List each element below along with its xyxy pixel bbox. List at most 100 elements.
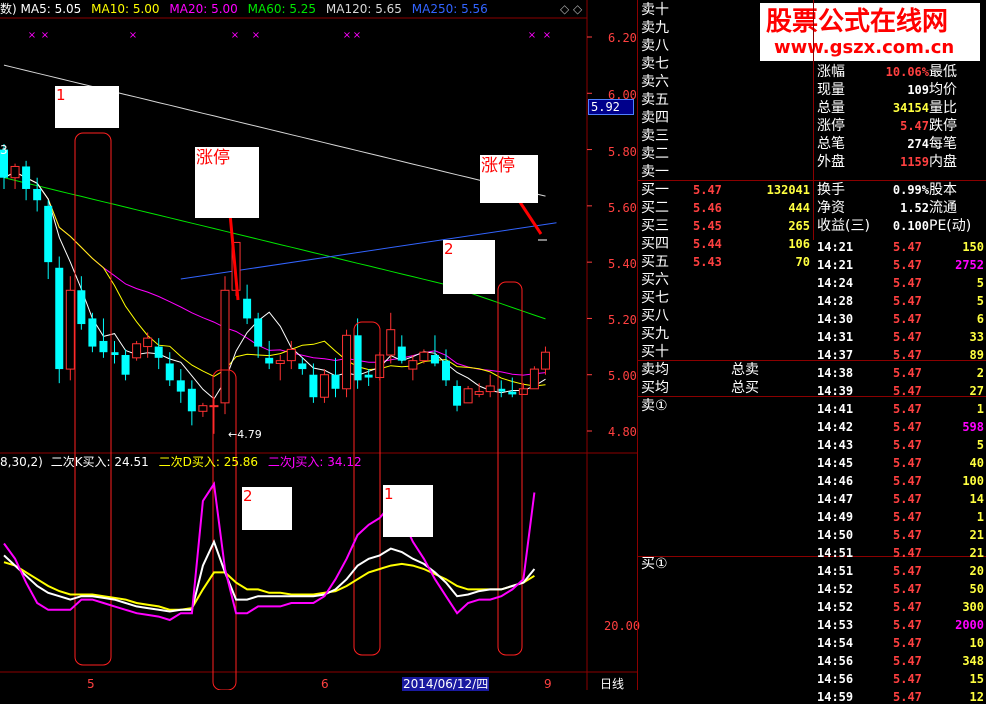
- candle-body: [508, 391, 517, 395]
- candle-body: [386, 329, 396, 356]
- stat-label-right: 最低: [929, 64, 957, 80]
- buy-level-label[interactable]: 买十: [641, 344, 669, 361]
- left-number-label: 3: [0, 143, 8, 157]
- sell-level-label[interactable]: 卖一: [641, 164, 669, 181]
- candle-body: [397, 346, 406, 361]
- tick-price: 5.47: [893, 582, 922, 596]
- sell-level-label[interactable]: 卖六: [641, 74, 669, 91]
- tick-price: 5.47: [893, 312, 922, 326]
- stat-value: 109: [907, 83, 929, 97]
- candle-body: [529, 368, 539, 390]
- header-diamonds[interactable]: ◇ ◇: [560, 2, 582, 16]
- tick-volume: 21: [969, 528, 984, 542]
- avg-sell-label: 卖均: [641, 362, 669, 378]
- stat-label: 现量: [817, 82, 845, 98]
- ma250-label: MA250: 5.56: [411, 2, 488, 16]
- tick-price: 5.47: [893, 420, 922, 434]
- kdj-k-line: [3, 539, 536, 613]
- buy-level-label[interactable]: 买三: [641, 218, 669, 235]
- quote-panel: 卖十 卖九 卖八 卖七 卖六 卖五 卖四 卖三 卖二 卖一 买一 5.47 132041 买二 5.46 44…: [637, 0, 986, 704]
- panel-left-border: [637, 0, 638, 690]
- stat-label: 总量: [817, 100, 845, 116]
- avg-buy-label: 买均: [641, 380, 669, 396]
- signal-marker: ×: [28, 30, 36, 41]
- header-prefix: 数): [0, 2, 17, 16]
- x-axis-label-6: 6: [321, 677, 329, 691]
- tick-price: 5.47: [893, 384, 922, 398]
- buy-level-label[interactable]: 买一: [641, 182, 669, 199]
- candle-body: [187, 388, 196, 412]
- tick-volume: 27: [969, 384, 984, 398]
- separator-buy1: [637, 556, 986, 557]
- candle-body: [198, 405, 208, 412]
- tick-volume: 40: [969, 456, 984, 470]
- ma5-label: MA5: 5.05: [20, 2, 82, 16]
- period-label[interactable]: 日线: [600, 677, 624, 691]
- sell-level-label[interactable]: 卖十: [641, 2, 669, 19]
- candle-body: [364, 374, 373, 378]
- tick-volume: 33: [969, 330, 984, 344]
- sell-level-label[interactable]: 卖八: [641, 38, 669, 55]
- tick-volume: 89: [969, 348, 984, 362]
- buy-level-label[interactable]: 买八: [641, 308, 669, 325]
- stat-label-right: 均价: [929, 82, 957, 98]
- sell-level-label[interactable]: 卖三: [641, 128, 669, 145]
- candle-body: [209, 405, 219, 408]
- low-price-label: ←4.79: [228, 428, 262, 441]
- candle-body: [10, 165, 20, 179]
- candle-body: [110, 352, 119, 356]
- buy-level-label[interactable]: 买九: [641, 326, 669, 343]
- buy-level-label[interactable]: 买七: [641, 290, 669, 307]
- tick-price: 5.47: [893, 474, 922, 488]
- stat-value: 5.47: [900, 119, 929, 133]
- candle-body: [99, 340, 108, 353]
- signal-marker: ×: [129, 30, 137, 41]
- tick-volume: 5: [976, 276, 984, 290]
- candle-body: [121, 355, 130, 375]
- buy-level-label[interactable]: 买二: [641, 200, 669, 217]
- candle-body: [176, 380, 185, 392]
- tick-time: 14:47: [817, 492, 854, 506]
- tick-time: 14:43: [817, 438, 854, 452]
- sell-level-label[interactable]: 卖九: [641, 20, 669, 37]
- ma120-label: MA120: 5.65: [325, 2, 402, 16]
- tick-time: 14:59: [817, 690, 854, 704]
- tick-volume: 2000: [955, 618, 984, 632]
- separator-sell: [637, 180, 986, 181]
- candle-body: [254, 318, 263, 347]
- ma120-line: [3, 64, 546, 197]
- sell-level-label[interactable]: 卖七: [641, 56, 669, 73]
- candle-body: [286, 348, 296, 362]
- buy-level-label[interactable]: 买四: [641, 236, 669, 253]
- tick-time: 14:56: [817, 654, 854, 668]
- buy-level-price: 5.46: [693, 201, 722, 215]
- annotation-label-zt1: 涨停: [196, 148, 230, 168]
- tick-time: 14:49: [817, 510, 854, 524]
- signal-window: [74, 132, 112, 666]
- ma-header: 数) MA5: 5.05 MA10: 5.00 MA20: 5.00 MA60:…: [0, 2, 488, 16]
- sell-level-label[interactable]: 卖二: [641, 146, 669, 163]
- sell-level-label[interactable]: 卖四: [641, 110, 669, 127]
- tick-volume: 20: [969, 564, 984, 578]
- tick-time: 14:21: [817, 258, 854, 272]
- tick-price: 5.47: [893, 510, 922, 524]
- tick-volume: 150: [962, 240, 984, 254]
- tick-time: 14:52: [817, 600, 854, 614]
- buy-level-price: 5.47: [693, 183, 722, 197]
- price-axis-5-20: 5.20: [608, 313, 637, 327]
- annotation-label-2: 2: [444, 240, 454, 258]
- sell-level-label[interactable]: 卖五: [641, 92, 669, 109]
- stat-label: 涨幅: [817, 64, 845, 80]
- stat-label-right: 跌停: [929, 118, 957, 134]
- tick-time: 14:38: [817, 366, 854, 380]
- buy-level-label[interactable]: 买五: [641, 254, 669, 271]
- panel-mid-border: [813, 0, 814, 240]
- buy-level-volume: 444: [788, 201, 810, 215]
- tick-volume: 598: [962, 420, 984, 434]
- buy-level-label[interactable]: 买六: [641, 272, 669, 289]
- tick-time: 14:51: [817, 564, 854, 578]
- tick-volume: 300: [962, 600, 984, 614]
- separator-buy: [637, 360, 986, 361]
- buy-level-volume: 132041: [766, 183, 810, 197]
- stat-value: 1159: [900, 155, 929, 169]
